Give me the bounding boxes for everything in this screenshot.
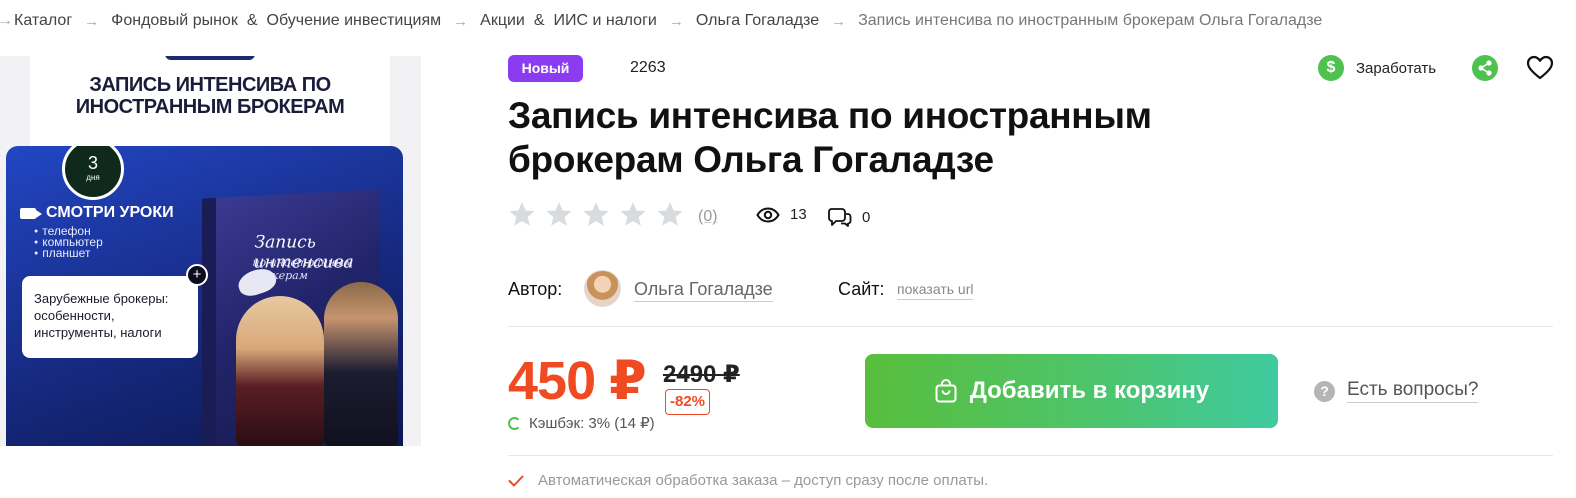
image-card: 3 дня СМОТРИ УРОКИ телефон компьютер пла… (6, 146, 403, 446)
star-icon[interactable] (619, 200, 647, 228)
image-header: ЗАПИСЬ ИНТЕНСИВА ПО ИНОСТРАННЫМ БРОКЕРАМ (30, 56, 390, 156)
breadcrumb-item-current: Запись интенсива по иностранным брокерам… (858, 12, 1323, 29)
breadcrumb-item-catalog[interactable]: Каталог (14, 12, 72, 30)
breadcrumb-ampersand: & (533, 12, 545, 29)
share-icon (1478, 60, 1492, 76)
star-icon[interactable] (545, 200, 573, 228)
image-title: ЗАПИСЬ ИНТЕНСИВА ПО ИНОСТРАННЫМ БРОКЕРАМ (75, 74, 345, 118)
breadcrumb-arrow-icon: → (84, 12, 100, 30)
old-price: 2490 ₽ (663, 361, 740, 388)
comments-counter[interactable]: 0 (828, 206, 870, 228)
author-label: Автор: (508, 279, 563, 299)
breadcrumb-ampersand: & (246, 12, 258, 29)
cashback-text: Кэшбэк: 3% (14 ₽) (529, 415, 655, 432)
image-pill (165, 56, 255, 60)
breadcrumb-arrow-icon: → (831, 12, 847, 30)
checkmark-icon (508, 475, 524, 486)
show-url-link[interactable]: показать url (897, 281, 974, 300)
breadcrumb-item-stocks[interactable]: Акции (480, 12, 525, 30)
breadcrumb-item-iis-taxes[interactable]: ИИС и налоги (554, 12, 657, 30)
share-button[interactable] (1472, 55, 1498, 81)
rating-stars[interactable] (508, 200, 684, 228)
earn-button[interactable]: $ Заработать (1318, 55, 1436, 81)
comments-count: 0 (862, 208, 871, 226)
dollar-icon: $ (1318, 55, 1344, 81)
add-to-cart-label: Добавить в корзину (969, 377, 1210, 404)
woman-illustration (236, 296, 324, 446)
rating-count[interactable]: (0) (698, 208, 718, 226)
question-icon: ? (1314, 380, 1335, 402)
star-icon[interactable] (656, 200, 684, 228)
current-price: 450 ₽ (508, 351, 647, 411)
auto-processing-text: Автоматическая обработка заказа – доступ… (538, 472, 989, 489)
breadcrumb-item-author[interactable]: Ольга Гогаладзе (696, 12, 819, 30)
auto-processing-notice: Автоматическая обработка заказа – доступ… (508, 472, 988, 489)
views-count: 13 (790, 206, 807, 223)
eye-icon (756, 206, 780, 223)
image-note: Зарубежные брокеры: особенности, инструм… (22, 276, 198, 358)
comment-icon (828, 208, 852, 227)
cashback: Кэшбэк: 3% (14 ₽) (508, 414, 655, 432)
favorite-button[interactable] (1526, 55, 1554, 81)
breadcrumb: → Каталог → Фондовый рынок & Обучение ин… (0, 0, 1576, 42)
breadcrumb-arrow-icon: → (0, 12, 13, 29)
plus-icon: + (186, 264, 208, 286)
refresh-icon (508, 416, 521, 430)
questions-link[interactable]: ? Есть вопросы? (1314, 379, 1479, 403)
author-link[interactable]: Ольга Гогаладзе (634, 279, 773, 302)
product-image[interactable]: ЗАПИСЬ ИНТЕНСИВА ПО ИНОСТРАННЫМ БРОКЕРАМ… (0, 56, 421, 446)
divider (508, 455, 1553, 456)
breadcrumb-arrow-icon: → (453, 12, 469, 30)
earn-label: Заработать (1356, 59, 1437, 77)
new-badge: Новый (508, 55, 583, 82)
divider (508, 326, 1553, 327)
days-badge: 3 дня (62, 146, 124, 200)
star-icon[interactable] (508, 200, 536, 228)
device-item: планшет (34, 247, 103, 259)
breadcrumb-arrow-icon: → (668, 12, 684, 30)
views-counter: 13 (756, 206, 807, 223)
breadcrumb-item-stock-market[interactable]: Фондовый рынок (111, 12, 238, 30)
add-to-cart-button[interactable]: Добавить в корзину (865, 354, 1278, 428)
breadcrumb-item-investing-education[interactable]: Обучение инвестициям (267, 12, 442, 30)
shopping-bag-icon (935, 379, 957, 403)
avatar[interactable] (584, 270, 621, 307)
days-label: дня (86, 173, 100, 182)
heart-icon (1526, 55, 1554, 80)
product-title: Запись интенсива по иностранным брокерам… (508, 95, 1152, 180)
star-icon[interactable] (582, 200, 610, 228)
discount-badge: -82% (665, 389, 711, 415)
man-illustration (324, 282, 398, 446)
video-camera-icon (20, 207, 42, 219)
product-id: 2263 (630, 59, 666, 76)
site-label: Сайт: (838, 279, 885, 299)
days-number: 3 (87, 153, 98, 173)
questions-label: Есть вопросы? (1347, 379, 1479, 403)
watch-lessons: СМОТРИ УРОКИ (20, 204, 174, 222)
devices-list: телефон компьютер планшет (34, 225, 103, 259)
watch-lessons-label: СМОТРИ УРОКИ (46, 204, 174, 221)
